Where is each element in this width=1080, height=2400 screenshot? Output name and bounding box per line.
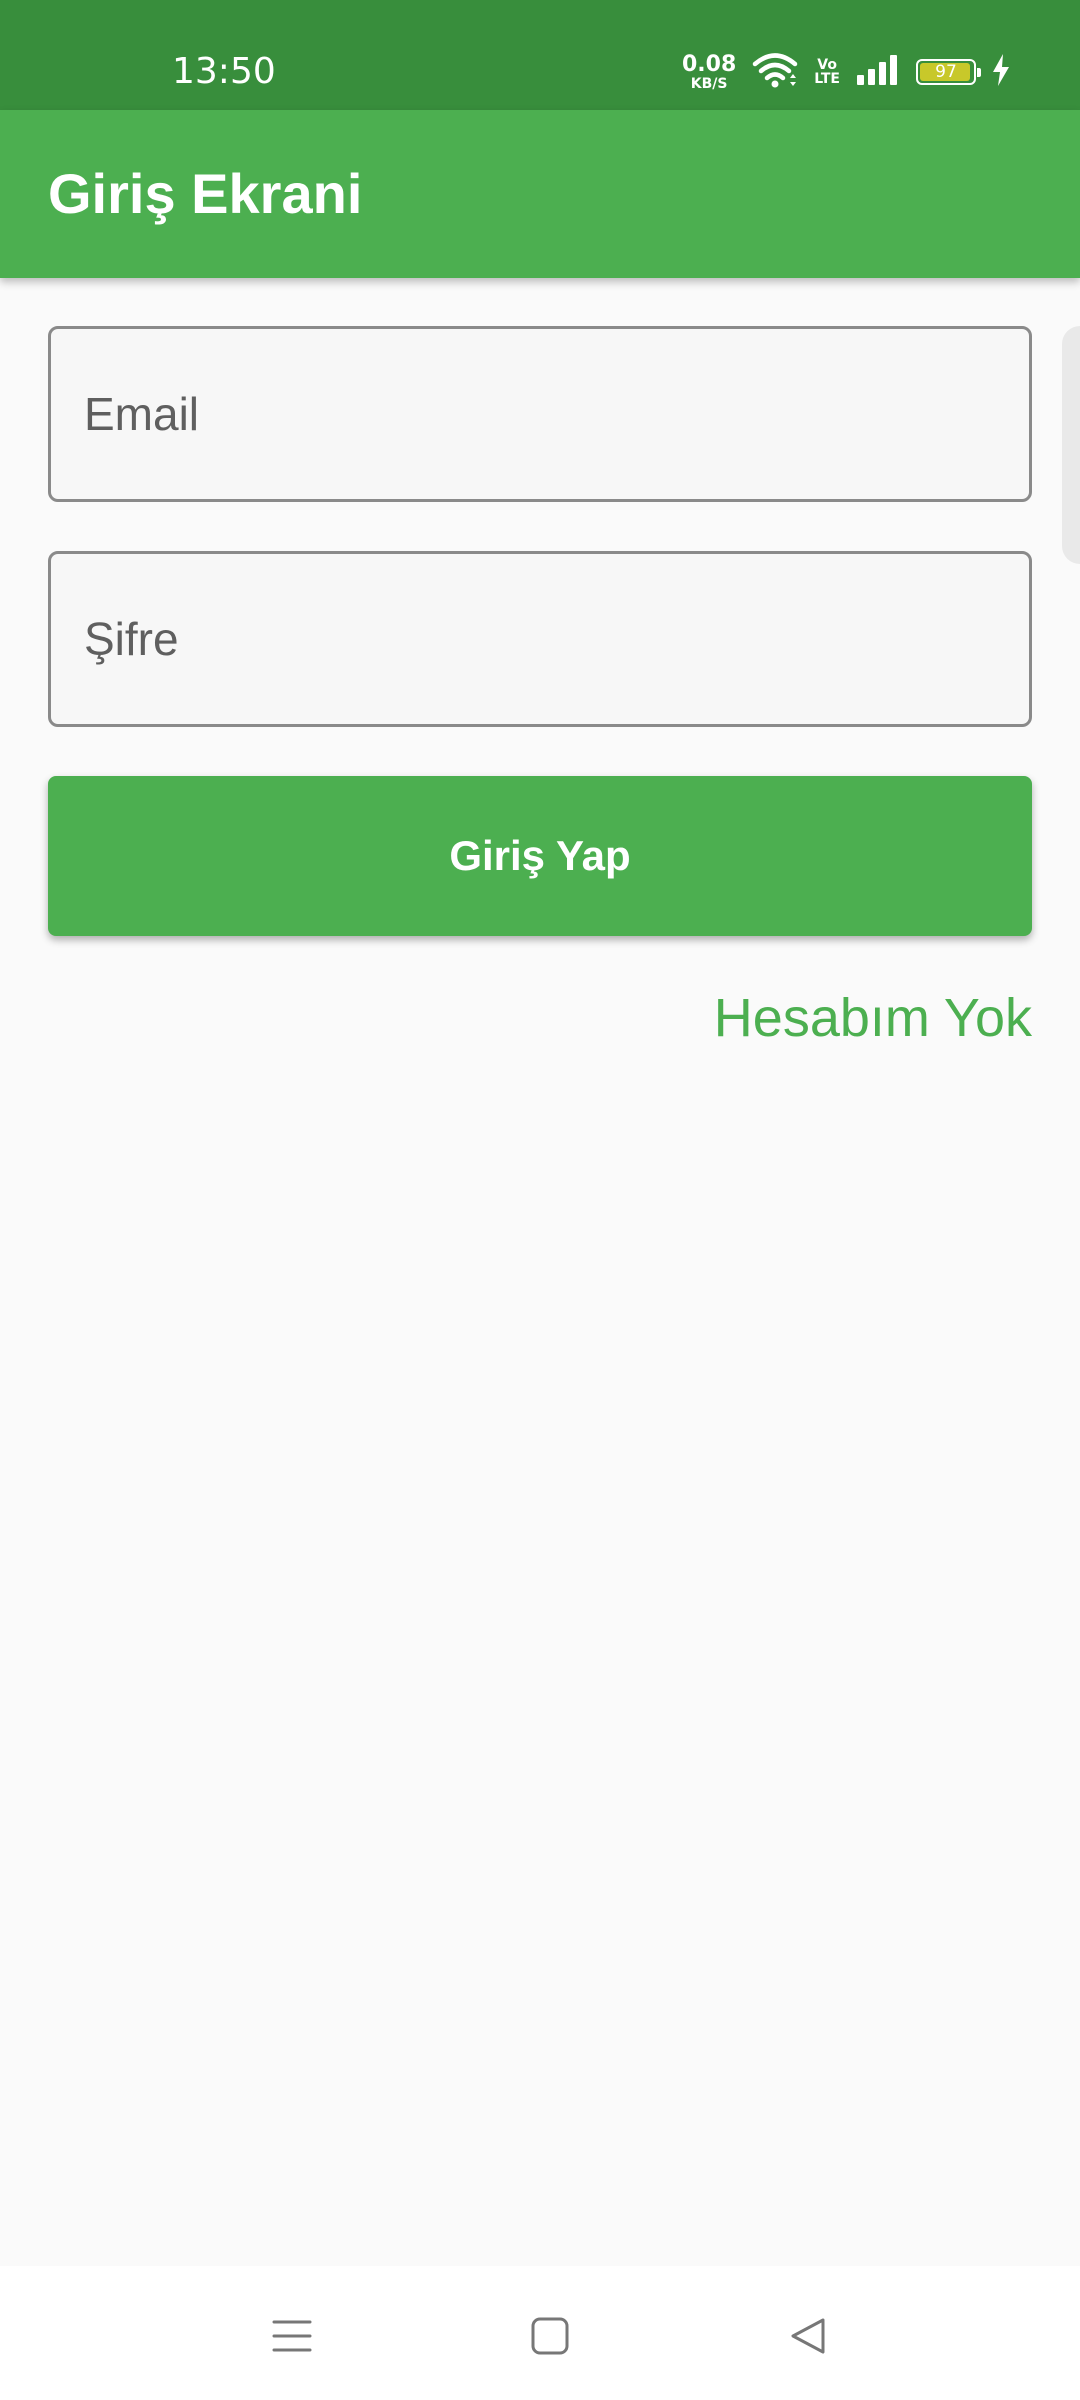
page-title: Giriş Ekrani [48,162,363,225]
login-button[interactable]: Giriş Yap [48,776,1032,936]
navigation-bar [0,2266,1080,2400]
volte-top-label: Vo [817,57,837,73]
menu-icon[interactable] [252,2296,332,2376]
volte-bottom-label: LTE [814,71,840,87]
battery-icon: 97 [916,59,981,85]
no-account-link[interactable]: Hesabım Yok [714,986,1032,1050]
wifi-icon [752,51,798,94]
volte-icon: Vo LTE [814,58,840,86]
network-speed-value: 0.08 [682,51,737,77]
app-bar: Giriş Ekrani [0,110,1080,278]
battery-nub [977,68,981,77]
home-square-icon[interactable] [510,2296,590,2376]
charging-icon [992,53,1010,91]
password-field[interactable] [48,551,1032,727]
status-bar: 13:50 0.08 KB/S Vo LTE 97 [0,0,1080,110]
network-speed: 0.08 KB/S [682,51,737,92]
email-field[interactable] [48,326,1032,502]
password-input[interactable] [51,554,1029,724]
signal-icon [856,54,900,90]
status-time: 13:50 [172,51,276,92]
status-icons: 0.08 KB/S Vo LTE 97 [682,48,1010,96]
battery-percent: 97 [935,62,957,82]
network-speed-unit: KB/S [690,75,728,92]
email-input[interactable] [51,329,1029,499]
back-triangle-icon[interactable] [768,2296,848,2376]
side-panel-edge [1062,326,1080,564]
